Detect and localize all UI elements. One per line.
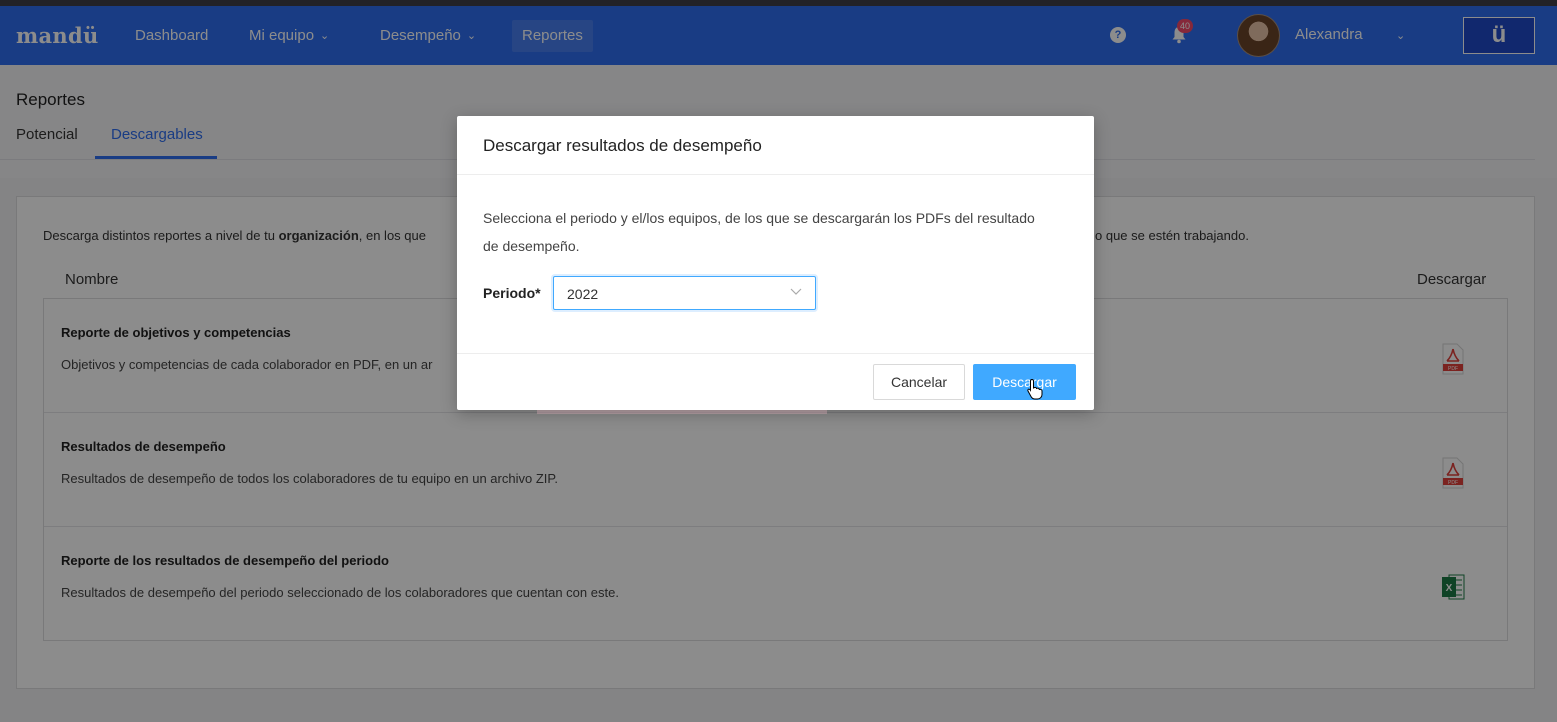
modal-description: Selecciona el periodo y el/los equipos, …	[483, 210, 1035, 254]
cancel-button[interactable]: Cancelar	[873, 364, 965, 400]
hand-cursor-icon	[1027, 378, 1043, 400]
modal-header-divider	[457, 174, 1094, 175]
periodo-label: Periodo*	[483, 285, 541, 301]
modal-title: Descargar resultados de desempeño	[483, 136, 762, 155]
download-modal: Descargar resultados de desempeño Selecc…	[457, 116, 1094, 410]
download-button[interactable]: Descargar	[973, 364, 1076, 400]
periodo-select-value: 2022	[567, 286, 599, 302]
periodo-select[interactable]: 2022	[553, 276, 816, 310]
modal-footer-divider	[457, 353, 1094, 354]
chevron-down-icon	[790, 288, 802, 295]
